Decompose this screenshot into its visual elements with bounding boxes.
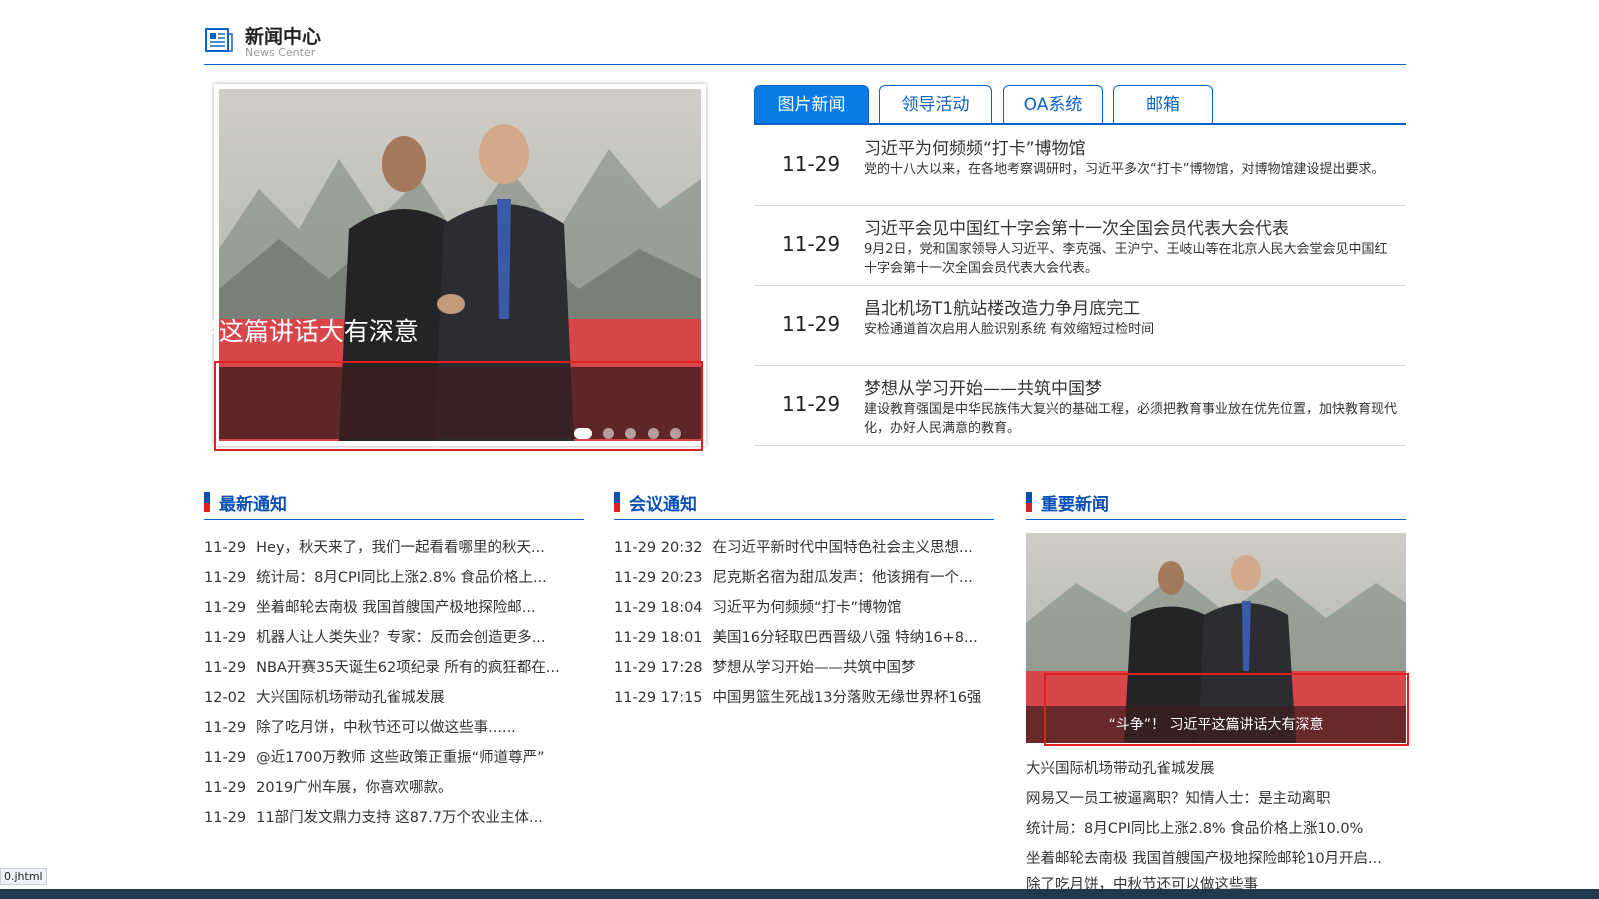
tab-oa-system[interactable]: OA系统 [1003,85,1103,123]
item-text[interactable]: 梦想从学习开始——共筑中国梦 [713,660,916,676]
news-desc: 党的十八大以来，在各地考察调研时，习近平多次“打卡”博物馆，对博物馆建设提出要求… [864,162,1385,177]
news-date: 11-29 [782,152,841,176]
item-text[interactable]: 在习近平新时代中国特色社会主义思想... [713,540,973,556]
item-text[interactable]: 除了吃月饼，中秋节还可以做这些事 [1026,877,1258,889]
item-date: 11-29 [204,570,247,586]
item-date: 11-29 [204,660,247,676]
news-title[interactable]: 昌北机场T1航站楼改造力争月底完工 [864,294,1140,319]
list-item[interactable]: 11-29 18:04 习近平为何频频“打卡”博物馆 [614,593,902,623]
status-url: 0.jhtml [0,868,47,885]
news-item[interactable]: 11-29 昌北机场T1航站楼改造力争月底完工 安检通道首次启用人脸识别系统 有… [754,286,1406,366]
news-desc: 安检通道首次启用人脸识别系统 有效缩短过检时间 [864,322,1155,337]
item-date: 11-29 [204,720,247,736]
item-text[interactable]: 2019广州车展，你喜欢哪款。 [256,780,452,796]
item-date: 11-29 [204,780,247,796]
list-item[interactable]: 11-29 除了吃月饼，中秋节还可以做这些事...... [204,713,516,743]
list-item[interactable]: 11-29 统计局：8月CPI同比上涨2.8% 食品价格上... [204,563,547,593]
item-date: 11-29 20:32 [614,540,703,556]
news-desc: 建设教育强国是中华民族伟大复兴的基础工程，必须把教育事业放在优先位置，加快教育现… [864,402,1398,436]
section-marker-icon [204,492,210,512]
news-title[interactable]: 梦想从学习开始——共筑中国梦 [864,374,1102,399]
tab-mailbox[interactable]: 邮箱 [1113,85,1213,123]
tab-picture-news[interactable]: 图片新闻 [754,85,869,123]
news-title[interactable]: 习近平为何频频“打卡”博物馆 [864,134,1086,159]
item-date: 11-29 17:15 [614,690,703,706]
header-divider [204,64,1406,65]
item-date: 12-02 [204,690,247,706]
item-text[interactable]: 统计局：8月CPI同比上涨2.8% 食品价格上涨10.0% [1026,821,1363,837]
news-date: 11-29 [782,392,841,416]
list-item[interactable]: 11-29 17:28 梦想从学习开始——共筑中国梦 [614,653,916,683]
item-date: 11-29 [204,750,247,766]
meeting-notices-title[interactable]: 会议通知 [629,490,697,515]
news-item[interactable]: 11-29 习近平会见中国红十字会第十一次全国会员代表大会代表 9月2日，党和国… [754,206,1406,286]
list-item[interactable]: 11-29 机器人让人类失业？专家：反而会创造更多... [204,623,545,653]
item-date: 11-29 [204,630,247,646]
item-text[interactable]: Hey，秋天来了，我们一起看看哪里的秋天... [256,540,545,556]
item-text[interactable]: @近1700万教师 这些政策正重振“师道尊严” [256,750,545,766]
item-text[interactable]: 习近平为何频频“打卡”博物馆 [713,600,902,616]
list-item[interactable]: 网易又一员工被逼离职？知情人士：是主动离职 [1026,784,1331,814]
news-icon [205,28,233,52]
item-text[interactable]: 尼克斯名宿为甜瓜发声：他该拥有一个... [713,570,973,586]
item-text[interactable]: 网易又一员工被逼离职？知情人士：是主动离职 [1026,791,1331,807]
item-text[interactable]: 中国男篮生死战13分落败无缘世界杯16强 [713,690,982,706]
news-date: 11-29 [782,312,841,336]
section-title: 新闻中心 [245,26,322,48]
list-item[interactable]: 11-29 Hey，秋天来了，我们一起看看哪里的秋天... [204,533,545,563]
list-item[interactable]: 11-29 @近1700万教师 这些政策正重振“师道尊严” [204,743,545,773]
tab-underline [754,123,1406,125]
news-date: 11-29 [782,232,841,256]
item-text[interactable]: 大兴国际机场带动孔雀城发展 [1026,761,1215,777]
meeting-notices-header: 会议通知 [614,490,994,520]
list-item[interactable]: 除了吃月饼，中秋节还可以做这些事 [1026,870,1258,889]
section-marker-icon [1026,492,1032,512]
item-date: 11-29 18:04 [614,600,703,616]
list-item[interactable]: 11-29 20:32 在习近平新时代中国特色社会主义思想... [614,533,973,563]
news-title[interactable]: 习近平会见中国红十字会第十一次全国会员代表大会代表 [864,214,1289,239]
latest-notices-title[interactable]: 最新通知 [219,490,287,515]
item-text[interactable]: 坐着邮轮去南极 我国首艘国产极地探险邮轮10月开启... [1026,851,1382,867]
list-item[interactable]: 11-29 11部门发文鼎力支持 这87.7万个农业主体... [204,803,543,833]
taskbar [0,889,1599,899]
section-subtitle: News Center [245,46,316,59]
item-text[interactable]: 机器人让人类失业？专家：反而会创造更多... [256,630,545,646]
list-item[interactable]: 11-29 坐着邮轮去南极 我国首艘国产极地探险邮... [204,593,536,623]
section-marker-icon [614,492,620,512]
item-text[interactable]: NBA开赛35天诞生62项纪录 所有的疯狂都在... [256,660,560,676]
item-date: 11-29 18:01 [614,630,703,646]
list-item[interactable]: 11-29 NBA开赛35天诞生62项纪录 所有的疯狂都在... [204,653,560,683]
list-item[interactable]: 12-02 大兴国际机场带动孔雀城发展 [204,683,445,713]
item-text[interactable]: 大兴国际机场带动孔雀城发展 [256,690,445,706]
list-item[interactable]: 11-29 2019广州车展，你喜欢哪款。 [204,773,453,803]
item-date: 11-29 17:28 [614,660,703,676]
list-item[interactable]: 大兴国际机场带动孔雀城发展 [1026,754,1215,784]
latest-notices-header: 最新通知 [204,490,584,520]
slider-caption[interactable]: “斗争”！ 习近平这篇讲话大有深意 [35,312,419,348]
news-desc: 9月2日，党和国家领导人习近平、李克强、王沪宁、王岐山等在北京人民大会堂会见中国… [864,242,1388,276]
item-date: 11-29 [204,540,247,556]
important-news-title[interactable]: 重要新闻 [1041,490,1109,515]
item-text[interactable]: 坐着邮轮去南极 我国首艘国产极地探险邮... [256,600,535,616]
tab-leader-activities[interactable]: 领导活动 [879,85,992,123]
item-text[interactable]: 除了吃月饼，中秋节还可以做这些事...... [256,720,516,736]
item-date: 11-29 [204,600,247,616]
news-item[interactable]: 11-29 梦想从学习开始——共筑中国梦 建设教育强国是中华民族伟大复兴的基础工… [754,366,1406,446]
list-item[interactable]: 11-29 17:15 中国男篮生死战13分落败无缘世界杯16强 [614,683,981,713]
item-text[interactable]: 统计局：8月CPI同比上涨2.8% 食品价格上... [256,570,547,586]
item-date: 11-29 [204,810,247,826]
caption-highlight-box [214,361,703,451]
important-news-header: 重要新闻 [1026,490,1406,520]
list-item[interactable]: 11-29 20:23 尼克斯名宿为甜瓜发声：他该拥有一个... [614,563,973,593]
item-date: 11-29 20:23 [614,570,703,586]
news-item[interactable]: 11-29 习近平为何频频“打卡”博物馆 党的十八大以来，在各地考察调研时，习近… [754,126,1406,206]
caption-highlight-box [1044,673,1409,746]
list-item[interactable]: 统计局：8月CPI同比上涨2.8% 食品价格上涨10.0% [1026,814,1363,844]
item-text[interactable]: 美国16分轻取巴西晋级八强 特纳16+8... [713,630,978,646]
list-item[interactable]: 11-29 18:01 美国16分轻取巴西晋级八强 特纳16+8... [614,623,978,653]
item-text[interactable]: 11部门发文鼎力支持 这87.7万个农业主体... [256,810,543,826]
